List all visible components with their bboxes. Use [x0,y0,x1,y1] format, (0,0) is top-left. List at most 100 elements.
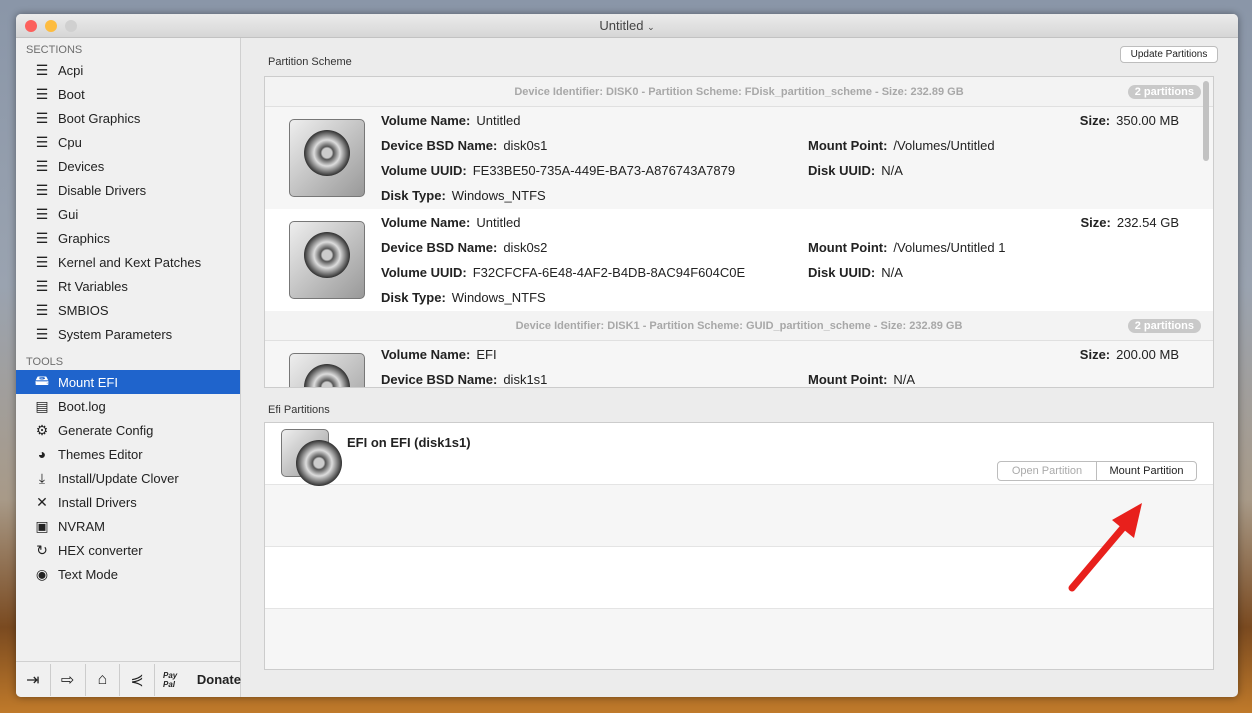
tool-item-label: Text Mode [58,566,118,582]
tool-item[interactable]: ⤓ Install/Update Clover [16,466,240,490]
sidebar-item[interactable]: ☰ Acpi [16,58,240,82]
hard-disk-icon [289,119,365,197]
mount-partition-button[interactable]: Mount Partition [1096,461,1197,481]
list-icon: ☰ [35,181,49,198]
sidebar-item[interactable]: ☰ Boot [16,82,240,106]
field-bsd: Device BSD Name: disk0s1 [381,138,548,153]
list-icon: ☰ [35,157,49,174]
tool-item[interactable]: ◕ Themes Editor [16,442,240,466]
list-icon: ☰ [35,85,49,102]
zoom-button[interactable] [65,20,77,32]
tool-item[interactable]: ✕ Install Drivers [16,490,240,514]
sidebar-item-label: Gui [58,206,79,222]
sidebar-item-label: Disable Drivers [58,182,147,198]
partition-row[interactable]: Volume Name: EFI Device BSD Name: disk1s1 M… [265,341,1213,387]
sidebar-item[interactable]: ☰ Gui [16,202,240,226]
scrollbar[interactable] [1203,81,1209,161]
import-icon[interactable]: ⇥ [16,663,51,696]
close-button[interactable] [25,20,37,32]
field-size: Size: 350.00 MB [1079,113,1179,128]
sidebar-item[interactable]: ☰ Graphics [16,226,240,250]
device-identifier: Device Identifier: DISK0 - Partition Sch… [514,86,964,98]
main-panel: Partition Scheme Update Partitions Devic… [242,38,1238,697]
tool-item[interactable]: ◉ Text Mode [16,562,240,586]
device-header: Device Identifier: DISK1 - Partition Sch… [265,311,1213,341]
sidebar-item[interactable]: ☰ Kernel and Kext Patches [16,250,240,274]
tool-item[interactable]: ⚙ Generate Config [16,418,240,442]
partition-scheme-label: Partition Scheme [268,56,352,68]
list-icon: ☰ [35,277,49,294]
sidebar-item[interactable]: ☰ SMBIOS [16,298,240,322]
refresh-icon: ↻ [36,541,48,558]
partition-list[interactable]: Device Identifier: DISK0 - Partition Sch… [264,76,1214,388]
partition-row[interactable]: Volume Name: Untitled Device BSD Name: disk… [265,209,1213,311]
tool-item-label: Boot.log [58,398,106,414]
open-partition-button[interactable]: Open Partition [997,461,1097,481]
hard-disk-icon [281,429,342,486]
title-bar: Untitled ⌄ [16,14,1238,38]
sidebar-item-label: Graphics [58,230,111,246]
device-header: Device Identifier: DISK0 - Partition Sch… [265,77,1213,107]
sidebar-item-label: System Parameters [58,326,173,342]
eye-icon: ◉ [35,565,49,582]
share-icon[interactable]: ⋞ [120,663,155,696]
field-volume_name: Volume Name: Untitled [381,113,521,128]
sidebar-item[interactable]: ☰ Disable Drivers [16,178,240,202]
field-type: Disk Type: Windows_NTFS [381,290,546,305]
sidebar-item-label: Acpi [58,62,84,78]
log-icon: ▤ [35,397,49,414]
tool-item[interactable]: ↻ HEX converter [16,538,240,562]
list-icon: ☰ [35,301,49,318]
home-icon[interactable]: ⌂ [86,663,121,696]
list-icon: ☰ [35,253,49,270]
donate-button[interactable]: Pay Pal Donate [155,671,241,689]
sidebar: SECTIONS ☰ Acpi ☰ Boot ☰ Boot Graphics ☰ Cpu ☰ De… [16,38,241,697]
export-icon[interactable]: ⇨ [51,663,86,696]
sidebar-item[interactable]: ☰ Devices [16,154,240,178]
paypal-logo: Pay Pal [163,670,178,689]
efi-row[interactable]: EFI on EFI (disk1s1) Open Partition Moun… [265,423,1213,486]
list-icon: ☰ [35,325,49,342]
field-size: Size: 232.54 GB [1080,215,1180,230]
field-mount: Mount Point:/Volumes/Untitled [808,138,995,153]
list-icon: ☰ [35,109,49,126]
sidebar-item-label: Boot Graphics [58,110,141,126]
sidebar-item-label: Rt Variables [58,278,128,294]
list-icon: ☰ [35,205,49,222]
download-icon: ⤓ [38,469,46,486]
efi-partitions-label: Efi Partitions [268,404,330,416]
bottom-toolbar: ⇥ ⇨ ⌂ ⋞ Pay Pal Donate [16,661,241,697]
tool-item-label: Themes Editor [58,446,143,462]
partition-row[interactable]: Volume Name: Untitled Device BSD Name: disk… [265,107,1213,209]
minimize-button[interactable] [45,20,57,32]
palette-icon: ◕ [37,446,47,462]
tool-item-label: Generate Config [58,422,154,438]
partition-count-badge: 2 partitions [1127,319,1201,333]
hard-disk-icon [289,221,365,299]
sidebar-item[interactable]: ☰ Boot Graphics [16,106,240,130]
field-bsd: Device BSD Name: disk0s2 [381,240,548,255]
sidebar-item[interactable]: ☰ Rt Variables [16,274,240,298]
update-partitions-button[interactable]: Update Partitions [1120,46,1218,63]
sidebar-item-label: Devices [58,158,105,174]
tool-item[interactable]: ▣ NVRAM [16,514,240,538]
sidebar-item-label: Boot [58,86,85,102]
window-title: Untitled [599,18,644,33]
chevron-down-icon[interactable]: ⌄ [647,22,655,32]
list-icon: ☰ [35,61,49,78]
field-type: Disk Type: Windows_NTFS [381,188,546,203]
tools-heading: TOOLS [26,356,64,368]
tool-item[interactable]: ▤ Boot.log [16,394,240,418]
list-icon: ☰ [35,229,49,246]
sidebar-item[interactable]: ☰ Cpu [16,130,240,154]
list-icon: ☰ [35,133,49,150]
sidebar-item[interactable]: ☰ System Parameters [16,322,240,346]
donate-label: Donate [196,672,241,687]
tool-item-label: Install Drivers [58,494,137,510]
field-volume_name: Volume Name: EFI [381,347,497,362]
tool-item[interactable]: 🖴 Mount EFI [16,370,240,394]
empty-row [265,609,1213,669]
tools-icon: ✕ [36,493,48,510]
app-window: Untitled ⌄ SECTIONS ☰ Acpi ☰ Boot ☰ Boot Grap… [16,14,1238,697]
tool-item-label: Install/Update Clover [58,470,179,486]
